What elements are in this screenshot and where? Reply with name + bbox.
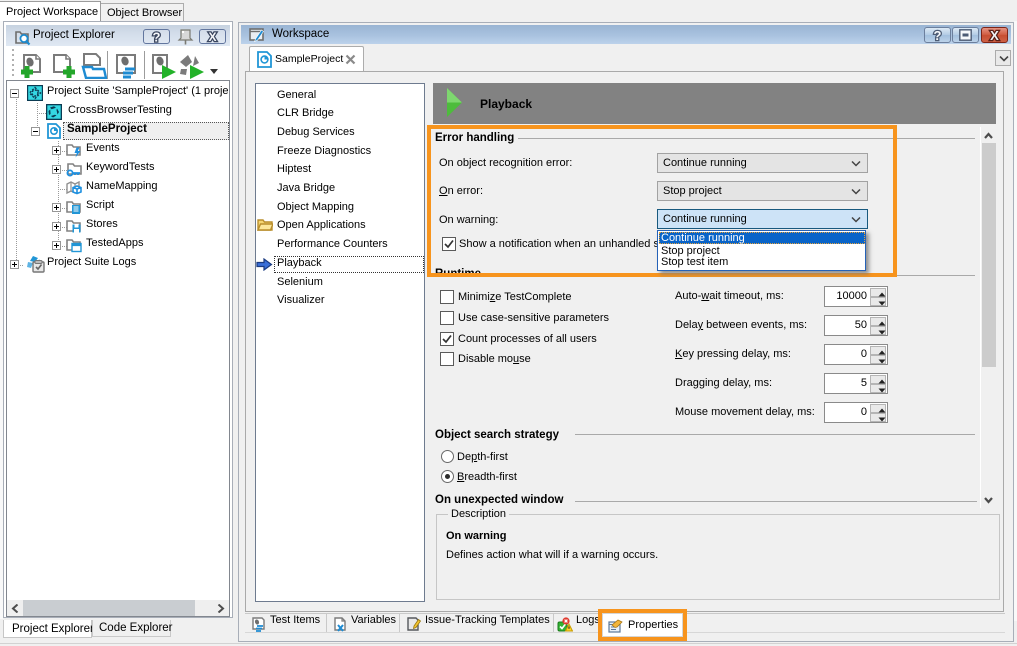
svg-text:X: X — [990, 28, 999, 42]
svg-text:?: ? — [153, 30, 161, 43]
svg-text:?: ? — [934, 28, 942, 42]
svg-text:X: X — [208, 30, 216, 43]
